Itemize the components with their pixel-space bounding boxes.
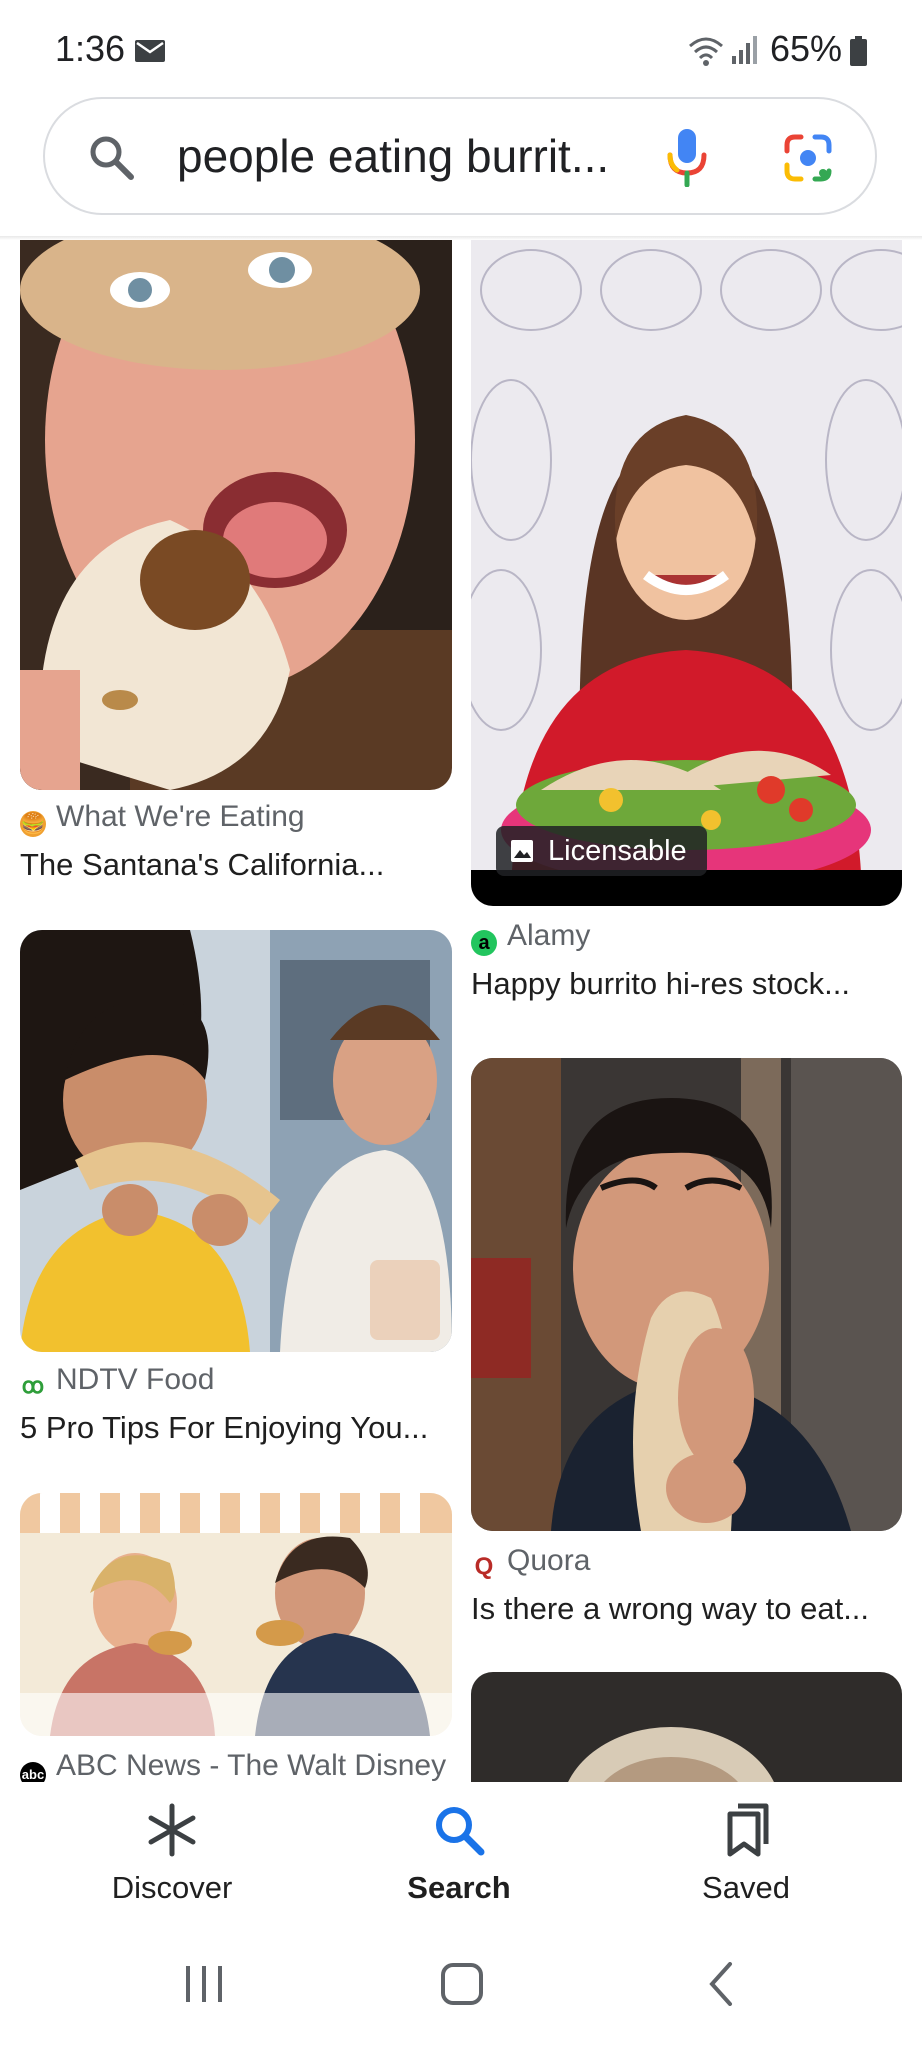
girl-with-burritos-image bbox=[471, 240, 902, 906]
mic-icon[interactable] bbox=[665, 127, 709, 187]
result-title-2[interactable]: Happy burrito hi-res stock... bbox=[471, 966, 902, 1002]
result-source-1: 🍔 What We're Eating bbox=[20, 800, 305, 837]
licensable-label: Licensable bbox=[548, 835, 687, 867]
source-label: Alamy bbox=[507, 919, 591, 952]
result-source-3: ꝏ NDTV Food bbox=[20, 1363, 214, 1399]
couple-eating-wraps-image bbox=[20, 930, 452, 1352]
abc-news-favicon: abc bbox=[20, 1762, 46, 1782]
search-icon bbox=[436, 1807, 485, 1856]
google-lens-icon[interactable] bbox=[783, 133, 833, 183]
hooded-person-image bbox=[471, 1672, 902, 1782]
nav-search[interactable]: Search bbox=[359, 1802, 559, 1906]
asterisk-icon bbox=[148, 1803, 196, 1857]
signal-icon bbox=[732, 36, 757, 64]
back-icon[interactable] bbox=[700, 1962, 744, 2006]
image-icon bbox=[511, 840, 533, 862]
home-icon[interactable] bbox=[440, 1962, 484, 2006]
nav-saved-label: Saved bbox=[702, 1870, 790, 1905]
wifi-icon bbox=[689, 37, 723, 66]
licensable-badge: Licensable bbox=[496, 826, 707, 876]
result-source-2: a Alamy bbox=[471, 919, 590, 956]
source-label: What We're Eating bbox=[56, 800, 305, 833]
nav-search-label: Search bbox=[407, 1870, 511, 1905]
system-navigation-bar bbox=[0, 1932, 922, 2048]
search-bar[interactable]: people eating burrit... bbox=[43, 97, 877, 215]
result-card-1[interactable]: 🍔 What We're Eating The Santana's Califor… bbox=[20, 240, 452, 890]
result-image-6[interactable] bbox=[471, 1672, 902, 1782]
bottom-navigation: Discover Search Saved bbox=[0, 1782, 922, 1932]
source-label: ABC News - The Walt Disney bbox=[56, 1749, 447, 1782]
alamy-favicon: a bbox=[471, 930, 497, 956]
result-source-5: abc ABC News - The Walt Disney bbox=[20, 1749, 446, 1782]
result-card-2[interactable]: Licensable a Alamy Happy burrito hi-res s… bbox=[471, 240, 902, 1010]
result-image-4[interactable] bbox=[471, 1058, 902, 1531]
source-label: NDTV Food bbox=[56, 1363, 215, 1396]
recent-apps-icon[interactable] bbox=[182, 1962, 226, 2006]
battery-percent: 65% bbox=[770, 28, 843, 69]
source-label: Quora bbox=[507, 1544, 591, 1577]
search-icon[interactable] bbox=[87, 133, 135, 181]
status-bar: 1:36 65% bbox=[0, 0, 922, 100]
nav-discover[interactable]: Discover bbox=[72, 1802, 272, 1906]
result-title-4[interactable]: Is there a wrong way to eat... bbox=[471, 1591, 902, 1627]
nav-saved[interactable]: Saved bbox=[646, 1802, 846, 1906]
result-card-6[interactable] bbox=[471, 1672, 902, 1782]
result-card-4[interactable]: Q Quora Is there a wrong way to eat... bbox=[471, 1058, 902, 1638]
quora-favicon: Q bbox=[471, 1554, 497, 1580]
woman-eating-burrito-image bbox=[20, 240, 452, 790]
result-card-5[interactable]: abc ABC News - The Walt Disney bbox=[20, 1493, 452, 1782]
status-time: 1:36 bbox=[55, 28, 126, 69]
search-input[interactable]: people eating burrit... bbox=[177, 129, 657, 183]
nav-discover-label: Discover bbox=[111, 1870, 233, 1905]
result-title-3[interactable]: 5 Pro Tips For Enjoying You... bbox=[20, 1410, 452, 1446]
result-card-3[interactable]: ꝏ NDTV Food 5 Pro Tips For Enjoying You..… bbox=[20, 930, 452, 1490]
result-image-3[interactable] bbox=[20, 930, 452, 1352]
man-eating-burrito-image bbox=[471, 1058, 902, 1531]
couple-eating-tacos-image bbox=[20, 1493, 452, 1736]
saved-collections-icon bbox=[727, 1803, 769, 1857]
ndtv-food-favicon: ꝏ bbox=[20, 1373, 46, 1399]
mail-icon bbox=[135, 40, 165, 62]
result-image-5[interactable] bbox=[20, 1493, 452, 1736]
result-image-2[interactable]: Licensable bbox=[471, 240, 902, 906]
whatwereeating-favicon: 🍔 bbox=[20, 811, 46, 837]
image-results-grid[interactable]: 🍔 What We're Eating The Santana's Califor… bbox=[0, 240, 922, 1782]
battery-icon bbox=[850, 36, 867, 66]
result-source-4: Q Quora bbox=[471, 1544, 590, 1580]
result-title-1[interactable]: The Santana's California... bbox=[20, 847, 452, 883]
result-image-1[interactable] bbox=[20, 240, 452, 790]
